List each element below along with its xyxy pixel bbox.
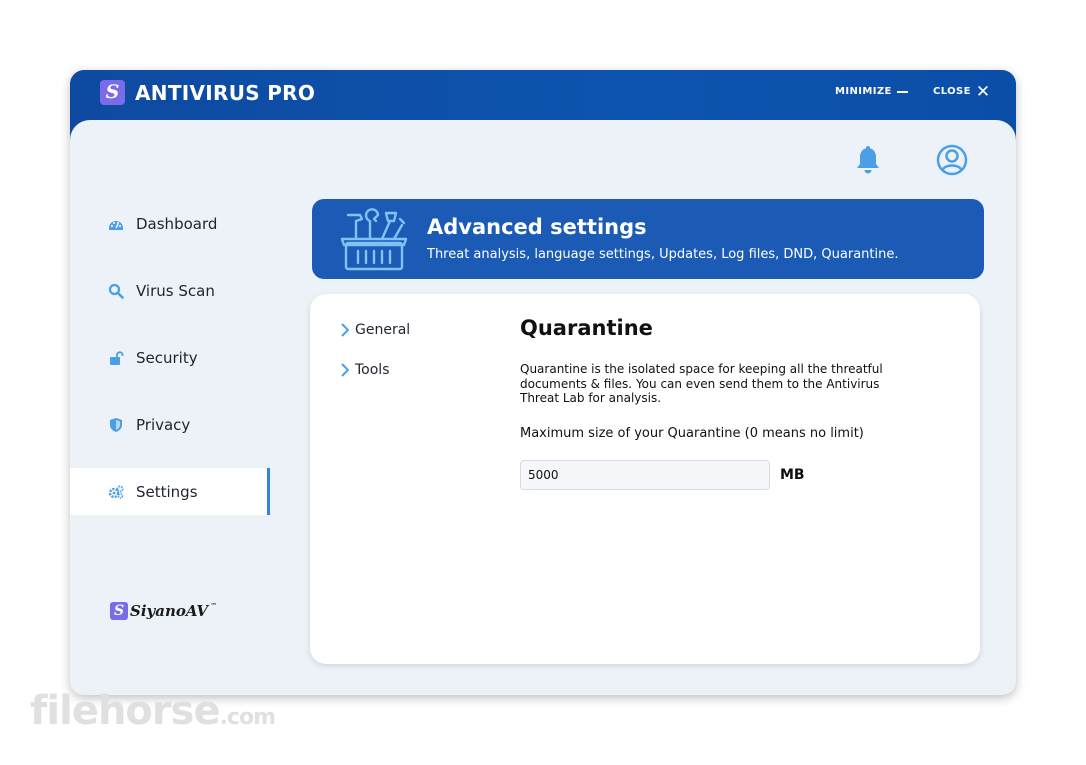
section-description: Quarantine is the isolated space for kee… <box>520 362 883 405</box>
toolbox-icon <box>340 208 408 271</box>
close-icon: ✕ <box>975 81 991 102</box>
settings-nav-label: Tools <box>355 362 390 378</box>
sidebar-item-virus-scan[interactable]: Virus Scan <box>70 267 270 314</box>
size-unit-label: MB <box>780 467 805 483</box>
sidebar-item-label: Virus Scan <box>136 281 215 300</box>
app-window: S ANTIVIRUS PRO MINIMIZE CLOSE ✕ Dashboa… <box>70 70 1016 695</box>
chevron-right-icon <box>341 323 349 337</box>
settings-nav-general[interactable]: General <box>340 322 410 338</box>
lock-icon <box>110 350 124 365</box>
watermark-main: filehorse <box>30 688 221 734</box>
banner-subtitle: Threat analysis, language settings, Upda… <box>427 247 899 262</box>
sidebar-item-settings[interactable]: Settings <box>70 468 270 515</box>
gears-icon <box>108 485 124 499</box>
user-icon[interactable] <box>936 144 968 176</box>
watermark-suffix: .com <box>219 705 276 730</box>
banner-title: Advanced settings <box>427 215 647 239</box>
sidebar-item-security[interactable]: Security <box>70 334 270 381</box>
app-logo-icon: S <box>100 80 125 105</box>
brand-logo: S SiyanoAV ™ <box>110 602 217 620</box>
search-icon <box>108 283 124 299</box>
section-title: Quarantine <box>520 316 653 340</box>
app-title: ANTIVIRUS PRO <box>135 81 316 105</box>
sidebar-item-privacy[interactable]: Privacy <box>70 401 270 448</box>
sidebar-item-label: Settings <box>136 482 198 501</box>
settings-nav-label: General <box>355 322 411 338</box>
shield-icon <box>110 417 122 432</box>
settings-nav-tools[interactable]: Tools <box>340 362 390 378</box>
minimize-icon <box>896 90 908 93</box>
advanced-settings-banner: Advanced settings Threat analysis, langu… <box>312 199 984 279</box>
quarantine-limit-label: Maximum size of your Quarantine (0 means… <box>520 426 864 441</box>
quarantine-size-input[interactable] <box>520 460 770 490</box>
sidebar-item-label: Privacy <box>136 415 191 434</box>
dashboard-icon <box>109 220 123 230</box>
close-label: CLOSE <box>933 86 971 97</box>
sidebar-item-label: Security <box>136 348 198 367</box>
settings-panel: General Tools Quarantine Quarantine is t… <box>310 294 980 664</box>
watermark-logo: filehorse.com <box>30 688 276 734</box>
brand-trademark: ™ <box>210 602 218 610</box>
brand-badge-icon: S <box>110 602 128 620</box>
bell-icon[interactable] <box>855 146 881 174</box>
chevron-right-icon <box>341 363 349 377</box>
sidebar-item-label: Dashboard <box>136 214 218 233</box>
sidebar-item-dashboard[interactable]: Dashboard <box>70 200 270 247</box>
close-button[interactable]: CLOSE ✕ <box>933 81 991 102</box>
minimize-label: MINIMIZE <box>835 86 892 97</box>
minimize-button[interactable]: MINIMIZE <box>835 86 908 97</box>
brand-name: SiyanoAV <box>130 602 209 620</box>
main-content: Dashboard Virus Scan Security Privacy Se… <box>70 120 1016 695</box>
